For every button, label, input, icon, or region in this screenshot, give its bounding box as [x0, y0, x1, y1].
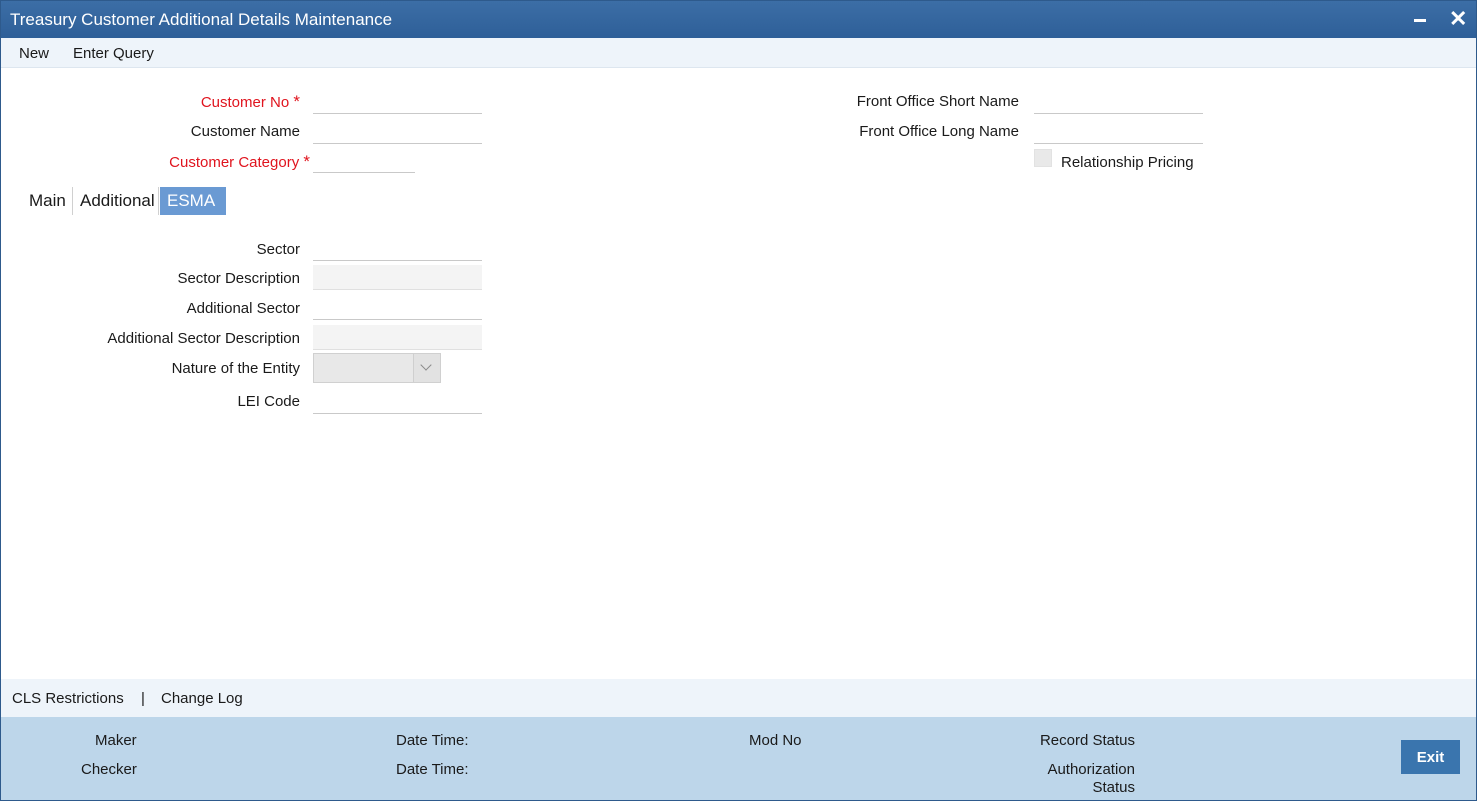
mod-no-label: Mod No — [749, 732, 802, 749]
maker-date-time-label: Date Time: — [396, 732, 469, 749]
fo-short-name-label: Front Office Short Name — [856, 93, 1019, 110]
additional-sector-label: Additional Sector — [186, 300, 300, 317]
dropdown-toggle[interactable] — [413, 354, 440, 382]
tab-esma-details[interactable]: ESMA Details — [160, 187, 226, 238]
menu-bar: New Enter Query — [1, 38, 1476, 68]
footer-separator: | — [141, 690, 145, 707]
lei-code-input[interactable] — [313, 389, 482, 414]
authorization-label: Authorization — [1047, 761, 1135, 778]
chevron-down-icon — [420, 359, 432, 371]
customer-category-input[interactable] — [313, 148, 415, 173]
sector-description-label: Sector Description — [177, 270, 300, 287]
tab-divider — [158, 187, 159, 215]
audit-panel: Maker Checker Date Time: Date Time: Mod … — [1, 717, 1476, 800]
fo-long-name-label: Front Office Long Name — [859, 123, 1019, 140]
additional-sector-description-label: Additional Sector Description — [107, 330, 300, 347]
authorization-status-label: Status — [1092, 779, 1135, 796]
tab-main[interactable]: Main — [23, 187, 72, 215]
customer-name-label: Customer Name — [190, 123, 300, 140]
menu-enter-query[interactable]: Enter Query — [73, 45, 154, 62]
relationship-pricing-checkbox[interactable] — [1034, 149, 1052, 167]
sector-input[interactable] — [313, 236, 482, 261]
checker-label: Checker — [81, 761, 137, 778]
fo-long-name-input[interactable] — [1034, 119, 1203, 144]
required-marker: * — [303, 152, 310, 171]
maintenance-window: Treasury Customer Additional Details Mai… — [0, 0, 1477, 801]
customer-category-label: Customer Category * — [169, 152, 310, 171]
window-title: Treasury Customer Additional Details Mai… — [10, 10, 393, 29]
additional-sector-input[interactable] — [313, 295, 482, 320]
customer-name-input[interactable] — [313, 119, 482, 144]
exit-button[interactable]: Exit — [1401, 740, 1460, 774]
sector-description-field — [313, 265, 482, 290]
customer-no-label: Customer No * — [200, 92, 300, 111]
checker-date-time-label: Date Time: — [396, 761, 469, 778]
cls-restrictions-link[interactable]: CLS Restrictions — [12, 690, 124, 707]
customer-no-input[interactable] — [313, 89, 482, 114]
tab-additional[interactable]: Additional — [74, 187, 161, 215]
nature-of-entity-select[interactable] — [313, 353, 441, 383]
footer-link-bar: CLS Restrictions | Change Log — [1, 679, 1476, 717]
record-status-label: Record Status — [1039, 732, 1135, 749]
additional-sector-description-field — [313, 325, 482, 350]
relationship-pricing-label: Relationship Pricing — [1061, 154, 1194, 171]
maker-label: Maker — [95, 732, 137, 749]
fo-short-name-input[interactable] — [1034, 89, 1203, 114]
close-icon[interactable]: ✕ — [1449, 7, 1467, 31]
nature-of-entity-label: Nature of the Entity — [171, 360, 300, 377]
title-bar: Treasury Customer Additional Details Mai… — [1, 1, 1476, 38]
lei-code-label: LEI Code — [237, 393, 300, 410]
sector-label: Sector — [256, 241, 300, 258]
tab-divider — [72, 187, 73, 215]
menu-new[interactable]: New — [19, 45, 49, 62]
change-log-link[interactable]: Change Log — [161, 690, 243, 707]
minimize-icon[interactable] — [1414, 19, 1426, 22]
required-marker: * — [293, 92, 300, 111]
